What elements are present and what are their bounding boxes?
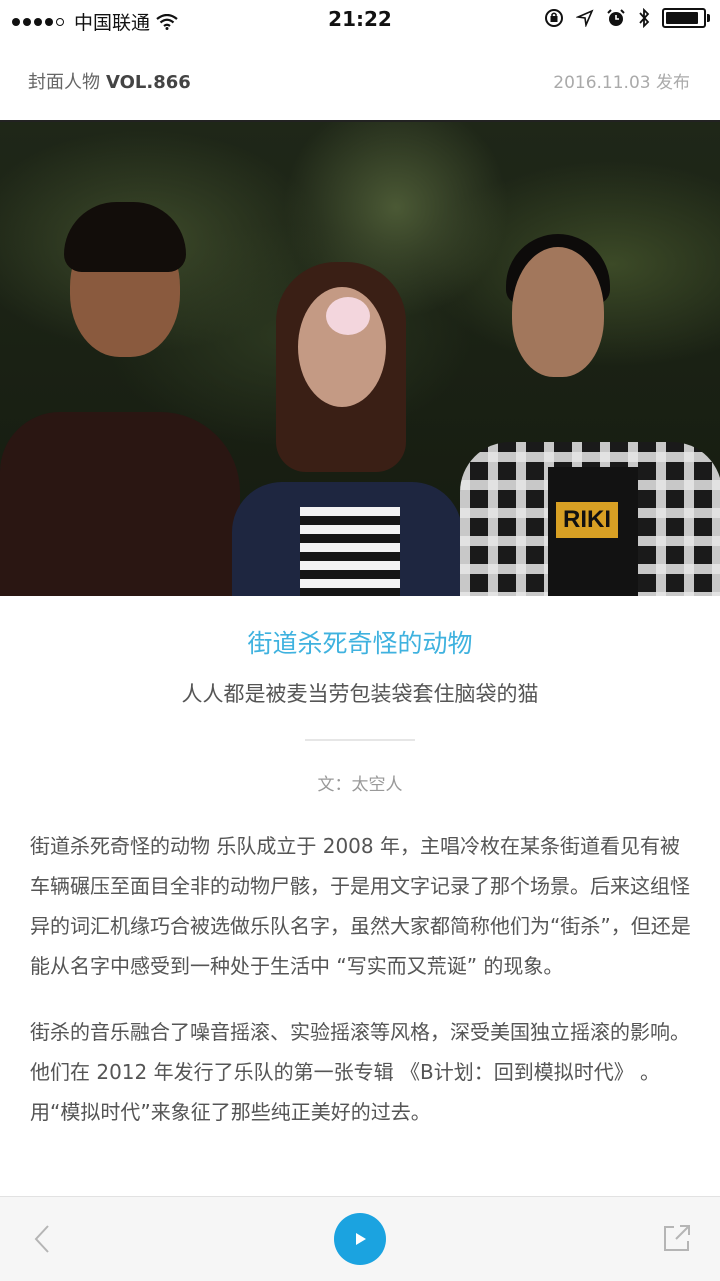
battery-icon <box>662 8 710 28</box>
status-right <box>544 8 710 28</box>
volume-number: VOL.866 <box>106 72 191 93</box>
share-icon <box>664 1225 690 1251</box>
section-name: 封面人物 <box>28 72 100 93</box>
person-left-hair <box>64 202 186 272</box>
bluetooth-icon <box>639 8 650 28</box>
striped-shirt <box>300 507 400 596</box>
shirt-print: RIKI <box>556 502 618 538</box>
article-body: 街道杀死奇怪的动物 乐队成立于 2008 年，主唱冷枚在某条街道看见有被车辆碾压… <box>30 826 694 1158</box>
status-bar: 中国联通 21:22 <box>0 0 720 40</box>
paragraph: 街道杀死奇怪的动物 乐队成立于 2008 年，主唱冷枚在某条街道看见有被车辆碾压… <box>30 834 691 978</box>
share-button[interactable] <box>660 1221 694 1255</box>
lock-rotation-icon <box>545 9 563 27</box>
divider <box>305 739 415 741</box>
article-header: 封面人物 VOL.866 2016.11.03 发布 <box>0 40 720 122</box>
play-icon <box>356 1233 366 1245</box>
chevron-left-icon <box>34 1225 49 1253</box>
article-subtitle: 人人都是被麦当劳包装袋套住脑袋的猫 <box>181 682 539 706</box>
cover-photo: RIKI <box>0 122 720 596</box>
person-left-body <box>0 412 240 596</box>
article-author: 文：太空人 <box>317 775 403 795</box>
bubble-gum <box>326 297 370 335</box>
paragraph: 街杀的音乐融合了噪音摇滚、实验摇滚等风格，深受美国独立摇滚的影响。他们在 201… <box>30 1020 690 1124</box>
publish-date: 2016.11.03 发布 <box>553 73 690 93</box>
person-right-head <box>512 247 604 377</box>
alarm-icon <box>607 9 625 26</box>
article-title: 街道杀死奇怪的动物 <box>247 629 473 658</box>
column-label: 封面人物 VOL.866 <box>28 68 191 94</box>
location-arrow-icon <box>576 9 594 27</box>
back-button[interactable] <box>26 1221 62 1257</box>
bottom-toolbar <box>0 1196 720 1281</box>
play-button[interactable] <box>334 1213 386 1265</box>
